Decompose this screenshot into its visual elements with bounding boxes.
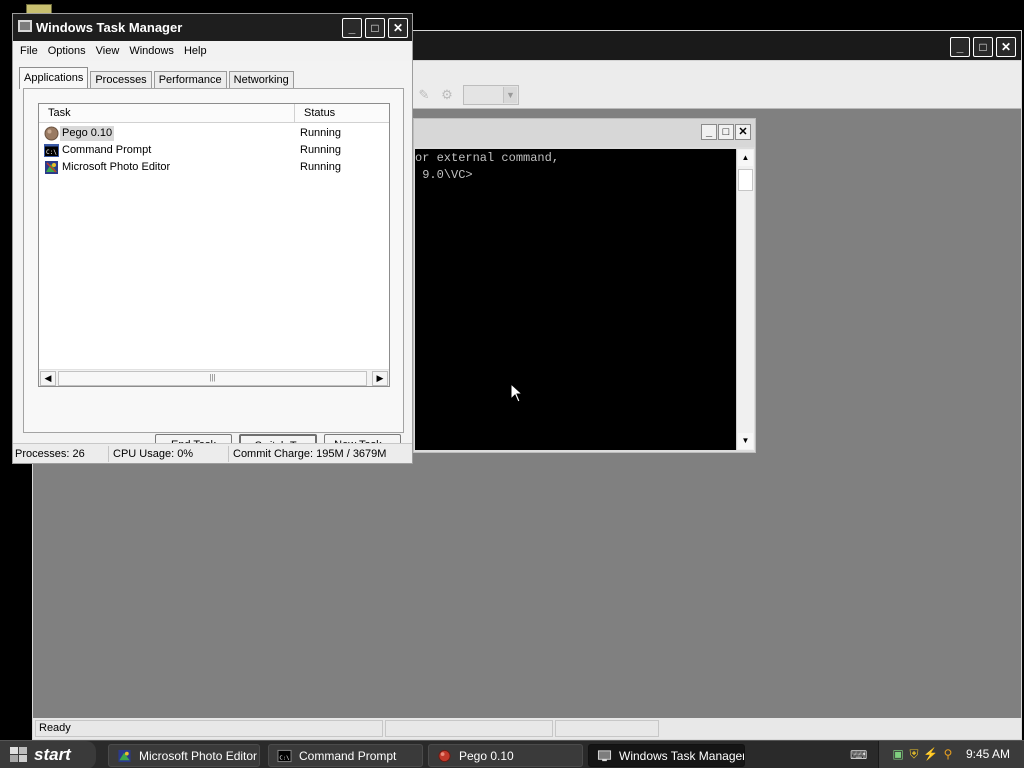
scroll-right-arrow-icon[interactable]: ▶: [372, 371, 388, 386]
taskbar-button-task-manager[interactable]: Windows Task Manager: [588, 744, 745, 767]
photo-editor-icon: [118, 749, 131, 763]
windows-logo-icon: [10, 747, 28, 763]
menu-view[interactable]: View: [91, 45, 125, 57]
task-list[interactable]: Task Status Pego 0.10 Running C:\ Comman…: [38, 103, 390, 387]
taskbar-button-label: Command Prompt: [299, 749, 397, 763]
zoom-combo[interactable]: ▼: [463, 85, 519, 105]
task-manager-icon: [18, 20, 32, 32]
photo-editor-statusbar: Ready: [33, 718, 1021, 739]
pencil-tool-icon[interactable]: ✎: [416, 87, 432, 103]
status-ready: Ready: [35, 720, 383, 737]
clock[interactable]: 9:45 AM: [966, 741, 1010, 768]
connection-icon[interactable]: ⚡: [923, 747, 938, 761]
photo-editor-icon: [45, 161, 58, 174]
keyboard-icon[interactable]: ⌨: [850, 748, 867, 762]
console-output[interactable]: or external command, 9.0\VC>: [415, 149, 736, 450]
maximize-button[interactable]: □: [365, 18, 385, 38]
close-button[interactable]: ✕: [388, 18, 408, 38]
chevron-down-icon[interactable]: ▼: [503, 87, 517, 103]
table-row[interactable]: C:\ Command Prompt Running: [39, 142, 389, 159]
scroll-down-arrow-icon[interactable]: ▼: [738, 433, 753, 449]
scroll-left-arrow-icon[interactable]: ◀: [40, 371, 56, 386]
security-shield-icon[interactable]: ⛨: [907, 747, 921, 761]
svg-text:C:\: C:\: [46, 149, 57, 156]
tab-strip: Applications Processes Performance Netwo…: [19, 67, 296, 89]
pego-icon: [44, 126, 59, 141]
minimize-button[interactable]: _: [950, 37, 970, 57]
minimize-button[interactable]: _: [701, 124, 717, 140]
status-processes: Processes: 26: [13, 445, 109, 462]
command-prompt-window: _ □ ✕ or external command, 9.0\VC> ▲ ▼: [413, 118, 756, 453]
task-manager-icon: [597, 750, 612, 762]
svg-text:C:\: C:\: [279, 755, 289, 761]
taskbar: start Microsoft Photo Editor C:\ Command…: [0, 740, 1024, 768]
task-status: Running: [300, 161, 341, 173]
taskbar-button-label: Windows Task Manager: [619, 749, 745, 763]
command-prompt-icon: C:\: [44, 144, 59, 157]
stamp-tool-icon[interactable]: ⚙: [439, 87, 455, 103]
taskbar-button-label: Microsoft Photo Editor: [139, 749, 258, 763]
maximize-button[interactable]: □: [973, 37, 993, 57]
tab-performance[interactable]: Performance: [153, 71, 227, 89]
task-name: Microsoft Photo Editor: [62, 161, 171, 173]
start-label: start: [34, 745, 71, 764]
taskbar-button-command-prompt[interactable]: C:\ Command Prompt: [268, 744, 423, 767]
network-icon[interactable]: ▣: [891, 747, 905, 761]
list-header: Task Status: [39, 104, 389, 123]
window-title: Windows Task Manager: [36, 20, 183, 35]
tab-networking[interactable]: Networking: [228, 71, 294, 89]
table-row[interactable]: Microsoft Photo Editor Running: [39, 159, 389, 176]
vertical-scrollbar[interactable]: ▲ ▼: [736, 149, 754, 450]
task-name: Command Prompt: [62, 144, 152, 156]
menu-help[interactable]: Help: [179, 45, 212, 57]
status-cpu: CPU Usage: 0%: [109, 445, 229, 462]
task-status: Running: [300, 144, 341, 156]
console-line: or external command,: [415, 151, 560, 165]
column-header-status[interactable]: Status: [295, 104, 335, 122]
task-status: Running: [300, 127, 341, 139]
table-row[interactable]: Pego 0.10 Running: [39, 125, 389, 142]
horizontal-scrollbar[interactable]: ◀ ||| ▶: [39, 369, 389, 386]
minimize-button[interactable]: _: [342, 18, 362, 38]
scroll-thumb[interactable]: [738, 169, 753, 191]
menu-file[interactable]: File: [15, 45, 43, 57]
column-header-task[interactable]: Task: [39, 104, 295, 122]
tab-applications[interactable]: Applications: [19, 67, 89, 89]
menu-options[interactable]: Options: [43, 45, 91, 57]
menu-windows[interactable]: Windows: [124, 45, 179, 57]
command-prompt-icon: C:\: [277, 749, 292, 763]
close-button[interactable]: ✕: [996, 37, 1016, 57]
task-name: Pego 0.10: [60, 126, 115, 141]
task-manager-body: Applications Processes Performance Netwo…: [13, 61, 412, 456]
status-cell: [555, 720, 659, 737]
task-manager-window: Windows Task Manager _ □ ✕ File Options …: [12, 13, 413, 464]
taskbar-button-photo-editor[interactable]: Microsoft Photo Editor: [108, 744, 260, 767]
close-button[interactable]: ✕: [735, 124, 751, 140]
menubar: File Options View Windows Help: [13, 41, 412, 61]
maximize-button[interactable]: □: [718, 124, 734, 140]
pego-icon: [438, 749, 451, 763]
taskbar-button-pego[interactable]: Pego 0.10: [428, 744, 583, 767]
status-cell: [385, 720, 553, 737]
search-icon[interactable]: ⚲: [941, 747, 955, 761]
taskbar-button-label: Pego 0.10: [459, 749, 514, 763]
task-manager-titlebar[interactable]: Windows Task Manager _ □ ✕: [13, 14, 412, 41]
start-button[interactable]: start: [0, 741, 96, 768]
task-manager-statusbar: Processes: 26 CPU Usage: 0% Commit Charg…: [13, 443, 412, 463]
applications-panel: Task Status Pego 0.10 Running C:\ Comman…: [23, 88, 404, 456]
command-prompt-titlebar[interactable]: _ □ ✕: [414, 119, 755, 147]
status-commit: Commit Charge: 195M / 3679M: [233, 447, 387, 460]
tab-processes[interactable]: Processes: [90, 71, 152, 89]
console-line: 9.0\VC>: [415, 168, 473, 182]
scroll-thumb[interactable]: |||: [58, 371, 367, 386]
scroll-up-arrow-icon[interactable]: ▲: [738, 150, 753, 166]
mouse-cursor-icon: [510, 383, 524, 403]
